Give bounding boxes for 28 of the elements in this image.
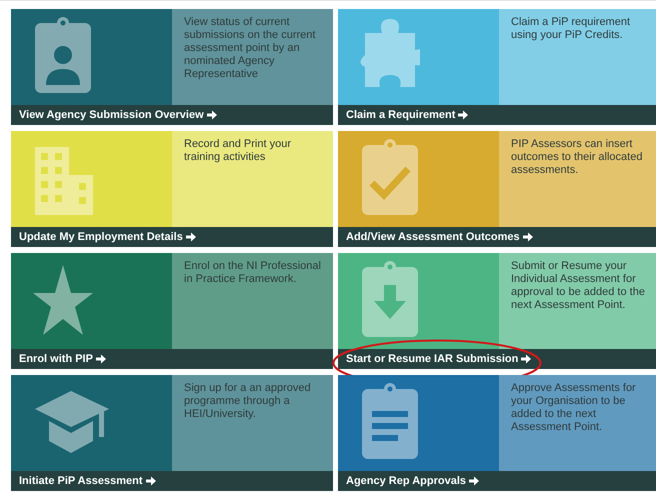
tile-description: PIP Assessors can insert outcomes to their allocated assessments. [510,137,644,177]
tile-description: Enrol on the NI Professional in Practice Framework. [183,259,322,286]
tile-link[interactable]: Agency Rep Approvals [338,471,656,491]
tile-description: Claim a PiP requirement using your PiP Credits. [510,15,632,42]
tile-description: Record and Print your training activities [183,137,292,164]
clipboard-check-icon [360,137,420,217]
tile-description: Sign up for a an approved programme through a HEI/University. [183,381,312,421]
arrow-right-icon [458,110,468,120]
arrow-right-icon [521,354,532,364]
tile-link[interactable]: View Agency Submission Overview [11,105,333,125]
tile-description: Submit or Resume your Individual Assessment for approval to be added to the next Assessment Point. [510,259,646,312]
tile-link[interactable]: Enrol with PIP [11,349,333,369]
tile-link[interactable]: Initiate PiP Assessment [11,471,333,491]
arrow-right-icon [206,110,217,120]
arrow-right-icon [469,476,480,486]
tile-link[interactable]: Claim a Requirement [338,105,656,125]
tile-link[interactable]: Add/View Assessment Outcomes [338,227,656,247]
tile-link[interactable]: Start or Resume IAR Submission [338,349,656,369]
arrow-right-icon [186,232,196,242]
tile-description: Approve Assessments for your Organisation to be added to the next Assessment Point. [510,381,637,434]
arrow-right-icon [522,232,533,242]
arrow-right-icon [96,354,106,364]
tile-description: View status of current submissions on the current assessment point by an nominated Agency Representative [183,15,316,81]
id-badge-icon [33,15,93,95]
arrow-right-icon [146,476,156,486]
clipboard-download-icon [360,259,420,339]
clipboard-list-icon [360,381,420,461]
tile-link[interactable]: Update My Employment Details [11,227,333,247]
